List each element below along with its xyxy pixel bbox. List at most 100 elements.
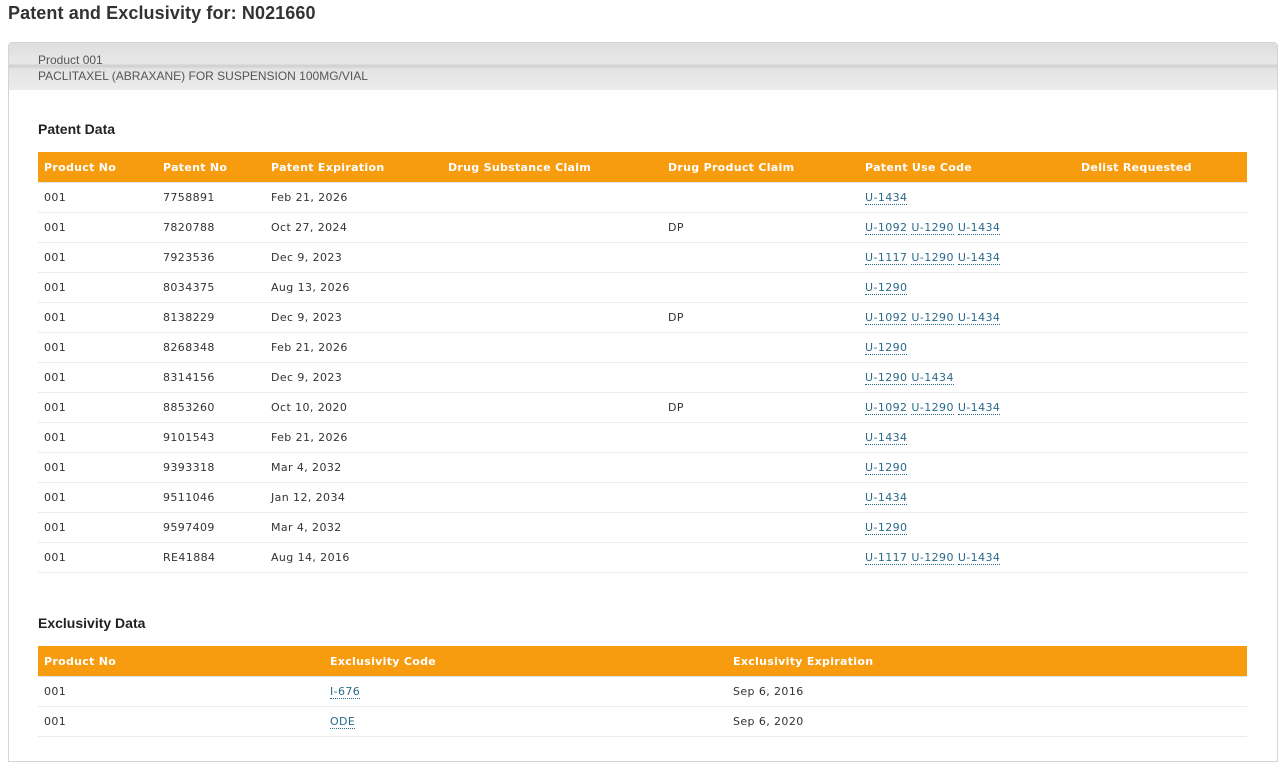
patent-no-cell: 8138229 (157, 302, 265, 333)
patent-no-cell: 9597409 (157, 512, 265, 543)
product-no-cell: 001 (38, 302, 157, 333)
drug-product-claim-cell (662, 512, 859, 543)
patent-section-title: Patent Data (38, 121, 116, 137)
product-no-cell: 001 (38, 362, 157, 393)
use-code-link[interactable]: U-1434 (865, 431, 908, 445)
use-code-link[interactable]: U-1117 (865, 251, 908, 265)
delist-requested-cell (1075, 302, 1247, 333)
use-code-link[interactable]: U-1290 (911, 401, 954, 415)
patent-no-cell: 9393318 (157, 452, 265, 483)
patent-table: Product No Patent No Patent Expiration D… (38, 152, 1247, 573)
use-code-link[interactable]: U-1290 (911, 551, 954, 565)
col-product-no: Product No (38, 152, 157, 183)
use-code-link[interactable]: U-1290 (865, 461, 908, 475)
col-exclusivity-expiration: Exclusivity Expiration (727, 646, 1247, 677)
exclusivity-code-cell: I-676 (324, 676, 727, 707)
col-exclusivity-code: Exclusivity Code (324, 646, 727, 677)
patent-use-code-cell: U-1434 (859, 422, 1075, 453)
col-patent-use-code: Patent Use Code (859, 152, 1075, 183)
drug-product-claim-cell: DP (662, 302, 859, 333)
product-label: Product 001 (38, 53, 103, 67)
product-no-cell: 001 (38, 542, 157, 573)
delist-requested-cell (1075, 272, 1247, 303)
patent-no-cell: 7923536 (157, 242, 265, 273)
use-code-link[interactable]: U-1434 (957, 251, 1001, 265)
use-code-link[interactable]: U-1290 (911, 251, 954, 265)
use-code-link[interactable]: U-1117 (865, 551, 908, 565)
use-code-link[interactable]: U-1434 (957, 401, 1001, 415)
product-no-cell: 001 (38, 182, 157, 213)
use-code-link[interactable]: U-1434 (865, 191, 908, 205)
patent-row: 001 8853260 Oct 10, 2020 DP U-1092 U-1290 U-14… (38, 392, 1247, 423)
use-code-link[interactable]: U-1434 (957, 221, 1001, 235)
drug-substance-claim-cell (442, 542, 662, 573)
patent-expiration-cell: Oct 27, 2024 (265, 212, 442, 243)
delist-requested-cell (1075, 392, 1247, 423)
delist-requested-cell (1075, 242, 1247, 273)
product-no-cell: 001 (38, 332, 157, 363)
patent-row: 001 7820788 Oct 27, 2024 DP U-1092 U-1290 U-14… (38, 212, 1247, 243)
product-header: Product 001 PACLITAXEL (ABRAXANE) FOR SU… (9, 43, 1277, 90)
patent-expiration-cell: Mar 4, 2032 (265, 452, 442, 483)
patent-expiration-cell: Mar 4, 2032 (265, 512, 442, 543)
patent-no-cell: 7758891 (157, 182, 265, 213)
patent-no-cell: 8268348 (157, 332, 265, 363)
product-no-cell: 001 (38, 676, 324, 707)
patent-row: 001 8138229 Dec 9, 2023 DP U-1092 U-1290 U-143… (38, 302, 1247, 333)
product-no-cell: 001 (38, 706, 324, 737)
patent-use-code-cell: U-1117 U-1290 U-1434 (859, 242, 1075, 273)
patent-use-code-cell: U-1434 (859, 482, 1075, 513)
patent-use-code-cell: U-1092 U-1290 U-1434 (859, 212, 1075, 243)
patent-row: 001 8314156 Dec 9, 2023 U-1290 U-1434 (38, 362, 1247, 393)
drug-substance-claim-cell (442, 512, 662, 543)
exclusivity-code-link[interactable]: ODE (330, 715, 356, 729)
drug-product-claim-cell (662, 482, 859, 513)
patent-row: 001 9393318 Mar 4, 2032 U-1290 (38, 452, 1247, 483)
patent-no-cell: 9101543 (157, 422, 265, 453)
exclusivity-row: 001 I-676 Sep 6, 2016 (38, 676, 1247, 707)
delist-requested-cell (1075, 512, 1247, 543)
use-code-link[interactable]: U-1290 (911, 311, 954, 325)
drug-substance-claim-cell (442, 422, 662, 453)
exclusivity-code-cell: ODE (324, 706, 727, 737)
patent-no-cell: 8034375 (157, 272, 265, 303)
drug-product-claim-cell (662, 362, 859, 393)
patent-expiration-cell: Jan 12, 2034 (265, 482, 442, 513)
drug-substance-claim-cell (442, 302, 662, 333)
patent-use-code-cell: U-1092 U-1290 U-1434 (859, 302, 1075, 333)
use-code-link[interactable]: U-1290 (865, 521, 908, 535)
drug-substance-claim-cell (442, 482, 662, 513)
use-code-link[interactable]: U-1092 (865, 311, 908, 325)
delist-requested-cell (1075, 482, 1247, 513)
use-code-link[interactable]: U-1092 (865, 221, 908, 235)
product-no-cell: 001 (38, 422, 157, 453)
col-patent-no: Patent No (157, 152, 265, 183)
drug-product-claim-cell (662, 422, 859, 453)
use-code-link[interactable]: U-1434 (865, 491, 908, 505)
col-delist-requested: Delist Requested (1075, 152, 1247, 183)
use-code-link[interactable]: U-1290 (911, 221, 954, 235)
patent-row: 001 8268348 Feb 21, 2026 U-1290 (38, 332, 1247, 363)
use-code-link[interactable]: U-1434 (957, 551, 1001, 565)
use-code-link[interactable]: U-1290 (865, 281, 908, 295)
patent-expiration-cell: Aug 13, 2026 (265, 272, 442, 303)
col-excl-product-no: Product No (38, 646, 324, 677)
drug-substance-claim-cell (442, 362, 662, 393)
patent-header-row: Product No Patent No Patent Expiration D… (38, 152, 1247, 183)
drug-product-claim-cell: DP (662, 212, 859, 243)
use-code-link[interactable]: U-1092 (865, 401, 908, 415)
drug-substance-claim-cell (442, 452, 662, 483)
col-patent-expiration: Patent Expiration (265, 152, 442, 183)
patent-use-code-cell: U-1290 U-1434 (859, 362, 1075, 393)
patent-expiration-cell: Feb 21, 2026 (265, 422, 442, 453)
patent-row: 001 9597409 Mar 4, 2032 U-1290 (38, 512, 1247, 543)
use-code-link[interactable]: U-1290 (865, 371, 908, 385)
drug-substance-claim-cell (442, 182, 662, 213)
drug-substance-claim-cell (442, 212, 662, 243)
patent-row: 001 7923536 Dec 9, 2023 U-1117 U-1290 U-1434 (38, 242, 1247, 273)
exclusivity-code-link[interactable]: I-676 (330, 685, 361, 699)
drug-product-claim-cell (662, 452, 859, 483)
use-code-link[interactable]: U-1434 (957, 311, 1001, 325)
use-code-link[interactable]: U-1290 (865, 341, 908, 355)
use-code-link[interactable]: U-1434 (911, 371, 954, 385)
